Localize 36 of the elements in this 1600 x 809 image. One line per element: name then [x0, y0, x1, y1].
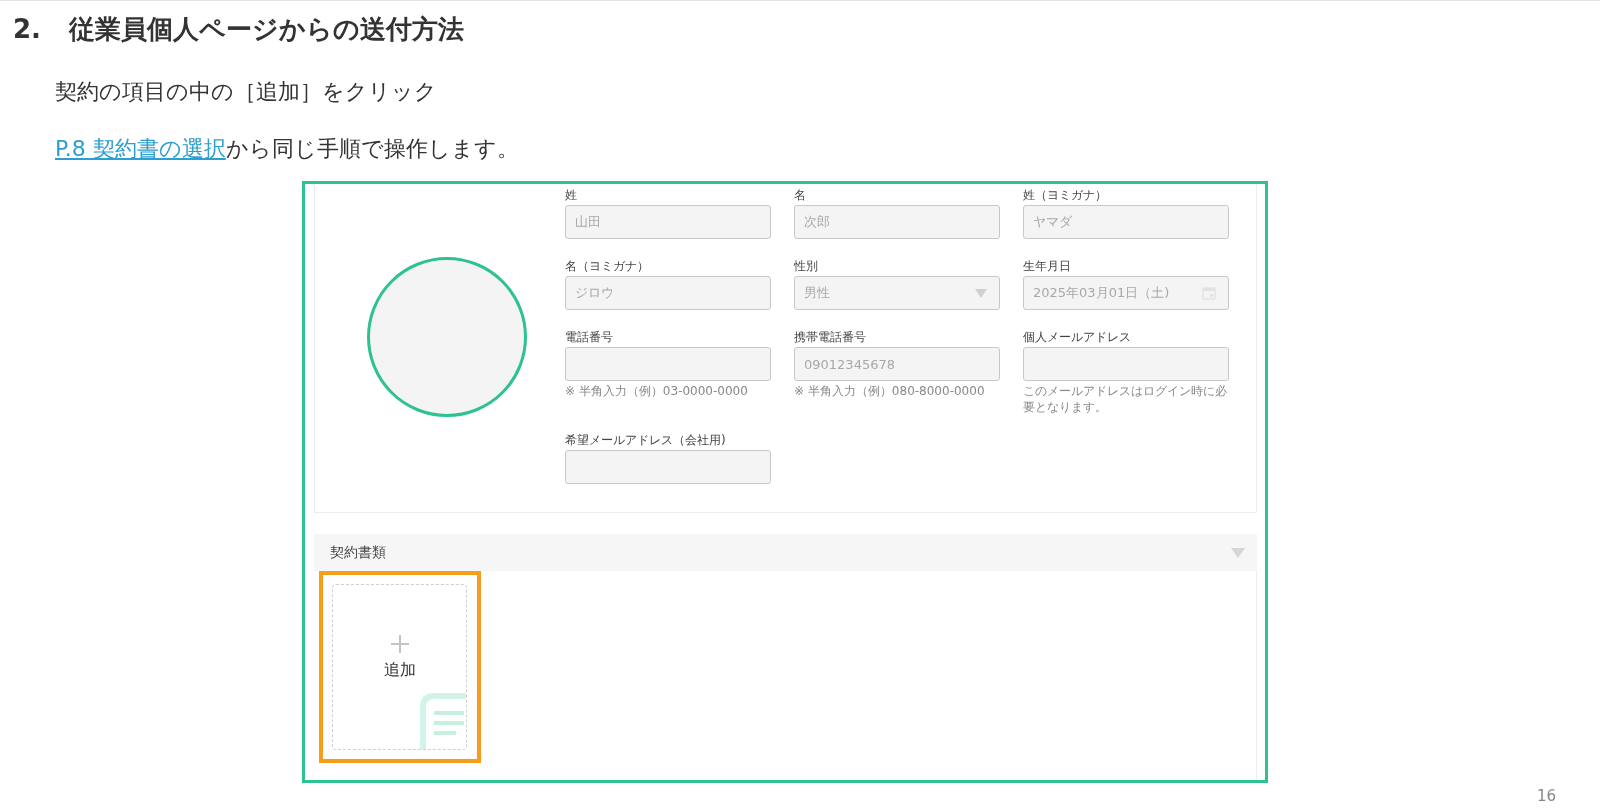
page-number: 16 [1536, 787, 1556, 805]
input-field[interactable]: ジロウ [565, 276, 771, 310]
field-label: 姓（ヨミガナ） [1023, 188, 1108, 204]
select-field[interactable]: 男性 [794, 276, 1000, 310]
field-label: 名 [794, 188, 807, 204]
field-label: 希望メールアドレス（会社用) [565, 433, 727, 449]
input-field[interactable] [565, 450, 771, 484]
field-label: 携帯電話番号 [794, 330, 867, 346]
hint-text: ※ 半角入力（例）080-8000-0000 [794, 383, 986, 399]
add-card[interactable]: 追加 [332, 584, 467, 750]
dropdown-caret-icon [975, 288, 987, 298]
input-field[interactable] [1023, 347, 1229, 381]
page-link[interactable]: P.8 契約書の選択 [55, 136, 226, 161]
input-field[interactable] [565, 347, 771, 381]
section-header[interactable]: 契約書類 [314, 534, 1257, 571]
field-label: 個人メールアドレス [1023, 330, 1132, 346]
input-field[interactable]: ヤマダ [1023, 205, 1229, 239]
input-field[interactable]: 次郎 [794, 205, 1000, 239]
field-label: 生年月日 [1023, 259, 1072, 275]
section-title: 契約書類 [330, 543, 386, 562]
field-label: 名（ヨミガナ） [565, 259, 650, 275]
section-title: 従業員個人ページからの送付方法 [68, 13, 464, 46]
date-field[interactable]: 2025年03月01日（土) [1023, 276, 1229, 310]
document-icon [420, 693, 466, 749]
field-label: 姓 [565, 188, 578, 204]
plus-icon [389, 633, 410, 654]
section-number: 2. [13, 13, 41, 46]
field-label: 性別 [794, 259, 819, 275]
hint-text: ※ 半角入力（例）03-0000-0000 [565, 383, 749, 399]
input-field[interactable]: 09012345678 [794, 347, 1000, 381]
hint-text: このメールアドレスはログイン時に必要となります。 [1023, 383, 1228, 415]
input-field[interactable]: 山田 [565, 205, 771, 239]
field-label: 電話番号 [565, 330, 614, 346]
instruction-text: 契約の項目の中の［追加］をクリック [54, 78, 438, 106]
caret-down-icon [1231, 547, 1245, 558]
instruction-text: P.8 契約書の選択から同じ手順で操作します。 [54, 135, 520, 163]
